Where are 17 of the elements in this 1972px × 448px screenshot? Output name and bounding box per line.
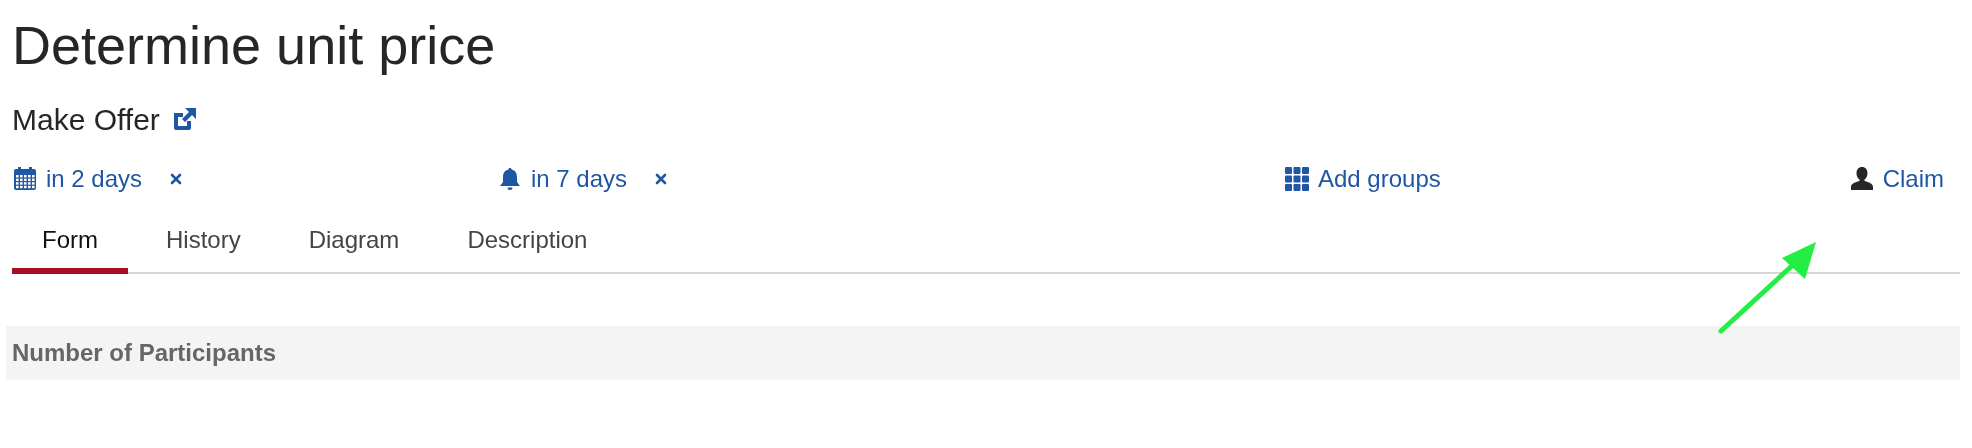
calendar-icon (12, 166, 38, 192)
tab[interactable]: Diagram (278, 220, 430, 274)
grid-icon (1284, 166, 1310, 192)
date-link[interactable]: in 7 days (531, 165, 628, 193)
remove-icon[interactable] (655, 173, 668, 185)
claim-link[interactable]: Claim (1882, 165, 1944, 193)
add-groups-link[interactable]: Add groups (1318, 165, 1441, 193)
process-name: Make Offer (12, 103, 160, 137)
page-title: Determine unit price (11, 14, 496, 76)
date-link[interactable]: in 2 days (46, 165, 143, 193)
tab[interactable]: Description (437, 220, 618, 274)
tab[interactable]: Form (12, 220, 128, 274)
section-heading: Number of Participants (12, 339, 277, 367)
tab[interactable]: History (136, 220, 271, 274)
person-icon (1848, 166, 1875, 192)
remove-icon[interactable] (170, 173, 183, 185)
bell-icon (497, 166, 523, 192)
